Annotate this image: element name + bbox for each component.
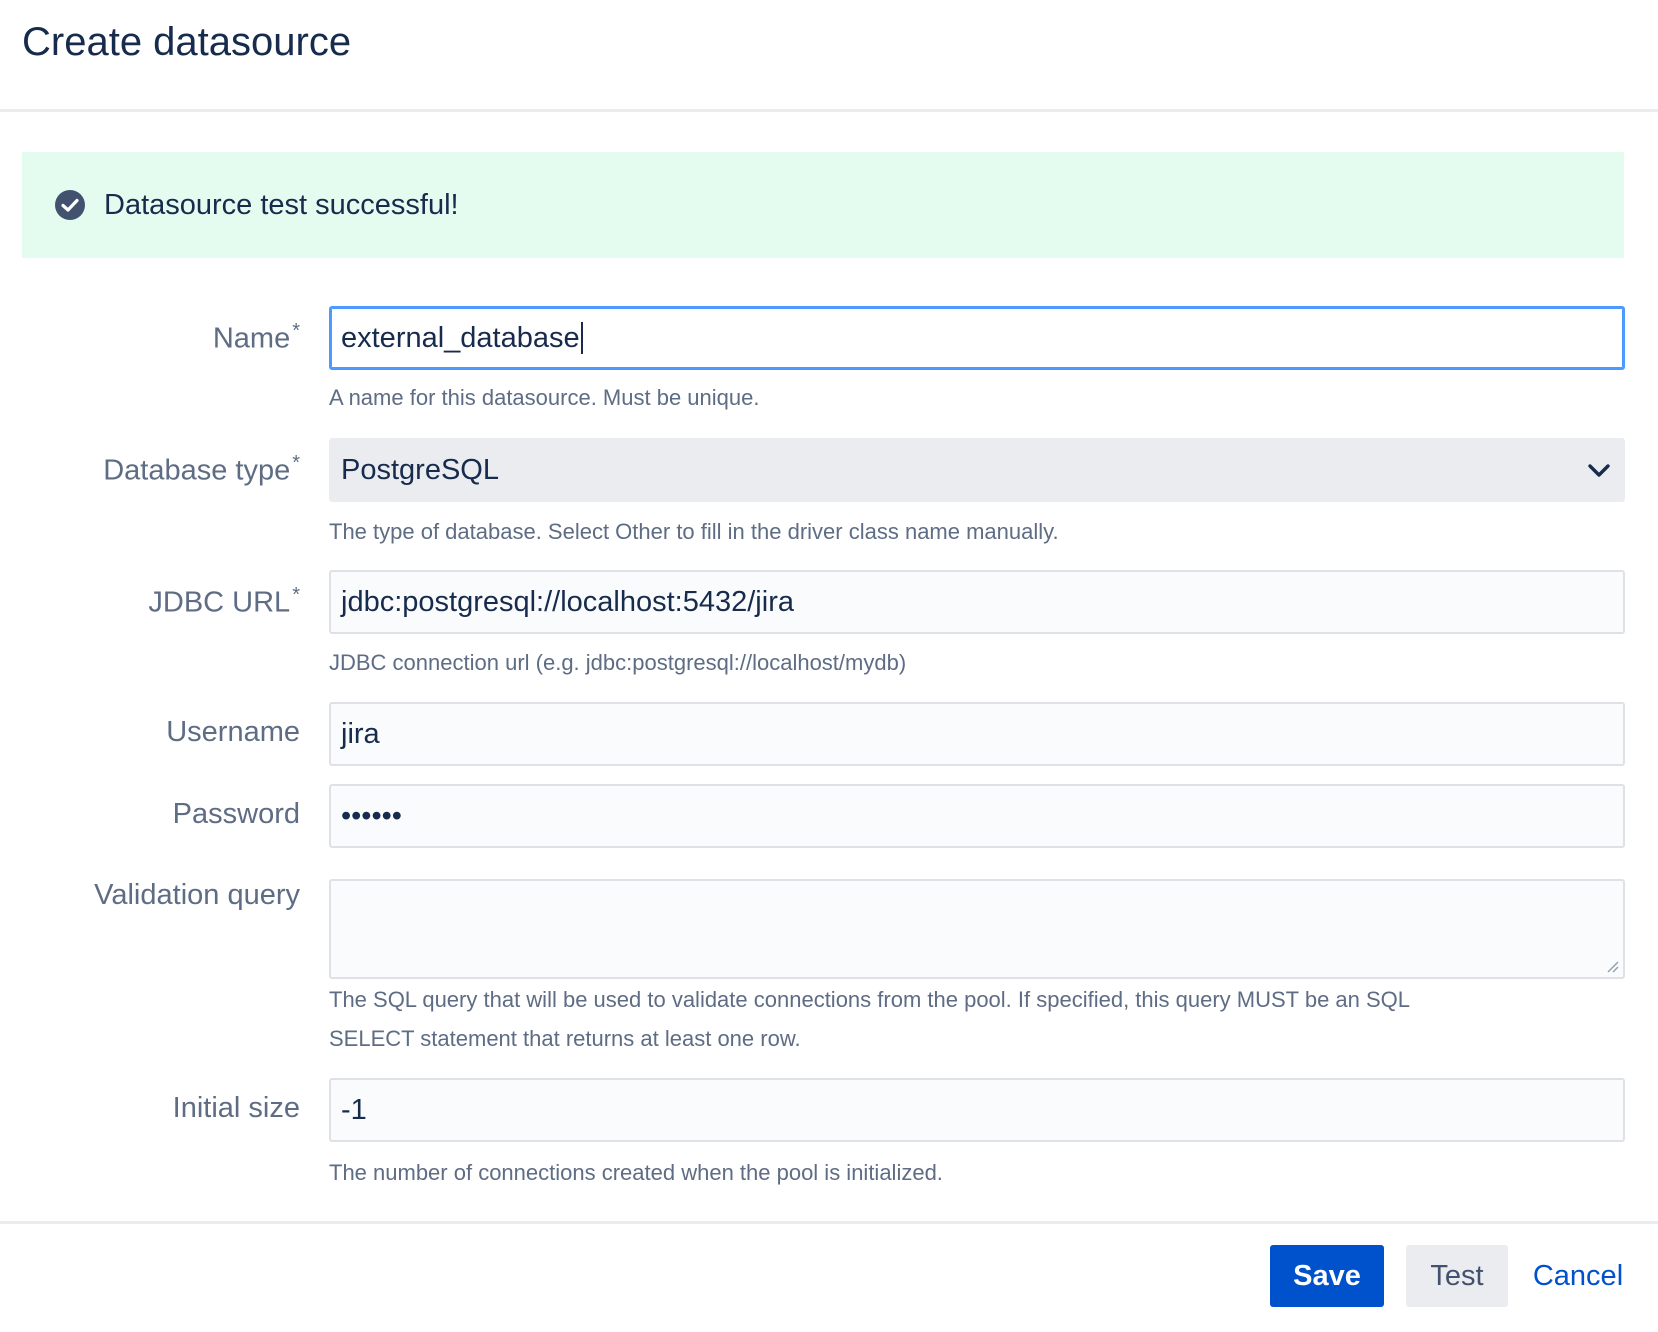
username-label: Username	[166, 716, 300, 748]
page-header: Create datasource	[0, 0, 1658, 112]
resize-handle-icon[interactable]	[1605, 959, 1619, 973]
test-button[interactable]: Test	[1406, 1245, 1508, 1307]
check-circle-icon	[54, 189, 86, 221]
cancel-button[interactable]: Cancel	[1528, 1245, 1628, 1307]
save-button[interactable]: Save	[1270, 1245, 1384, 1307]
name-help: A name for this datasource. Must be uniq…	[329, 385, 760, 410]
validation-query-help-line1: The SQL query that will be used to valid…	[329, 987, 1411, 1012]
jdbc-url-input[interactable]: jdbc:postgresql://localhost:5432/jira	[329, 570, 1625, 634]
password-label: Password	[172, 798, 300, 830]
required-mark: *	[292, 320, 300, 342]
initial-size-input[interactable]: -1	[329, 1078, 1625, 1142]
database-type-help: The type of database. Select Other to fi…	[329, 519, 1059, 544]
database-type-label-text: Database type	[103, 454, 291, 487]
username-input[interactable]: jira	[329, 702, 1625, 766]
name-input[interactable]: external_database	[329, 306, 1625, 370]
required-mark: *	[292, 584, 300, 606]
success-banner: Datasource test successful!	[22, 152, 1624, 258]
text-caret	[580, 322, 583, 354]
validation-query-textarea[interactable]	[329, 879, 1625, 979]
validation-query-help-line2: SELECT statement that returns at least o…	[329, 1026, 801, 1051]
name-label-text: Name	[212, 322, 291, 355]
success-message: Datasource test successful!	[104, 188, 459, 221]
required-mark: *	[292, 452, 300, 474]
initial-size-label: Initial size	[172, 1092, 300, 1124]
database-type-select[interactable]: PostgreSQL	[329, 438, 1625, 502]
validation-query-label: Validation query	[94, 879, 300, 911]
password-input[interactable]: ••••••	[329, 784, 1625, 848]
name-label: Name *	[213, 320, 300, 356]
jdbc-url-label: JDBC URL *	[148, 584, 300, 620]
jdbc-url-label-text: JDBC URL	[148, 586, 291, 619]
password-value: ••••••	[341, 799, 402, 832]
footer-divider	[0, 1221, 1658, 1224]
page-title: Create datasource	[22, 20, 352, 64]
database-type-label: Database type *	[103, 452, 300, 488]
name-input-value: external_database	[341, 321, 580, 354]
jdbc-url-help: JDBC connection url (e.g. jdbc:postgresq…	[329, 650, 907, 675]
database-type-value: PostgreSQL	[341, 453, 499, 486]
initial-size-help: The number of connections created when t…	[329, 1160, 943, 1185]
initial-size-value: -1	[341, 1093, 367, 1126]
username-value: jira	[341, 717, 380, 750]
chevron-down-icon	[1585, 456, 1613, 484]
jdbc-url-value: jdbc:postgresql://localhost:5432/jira	[341, 585, 794, 618]
